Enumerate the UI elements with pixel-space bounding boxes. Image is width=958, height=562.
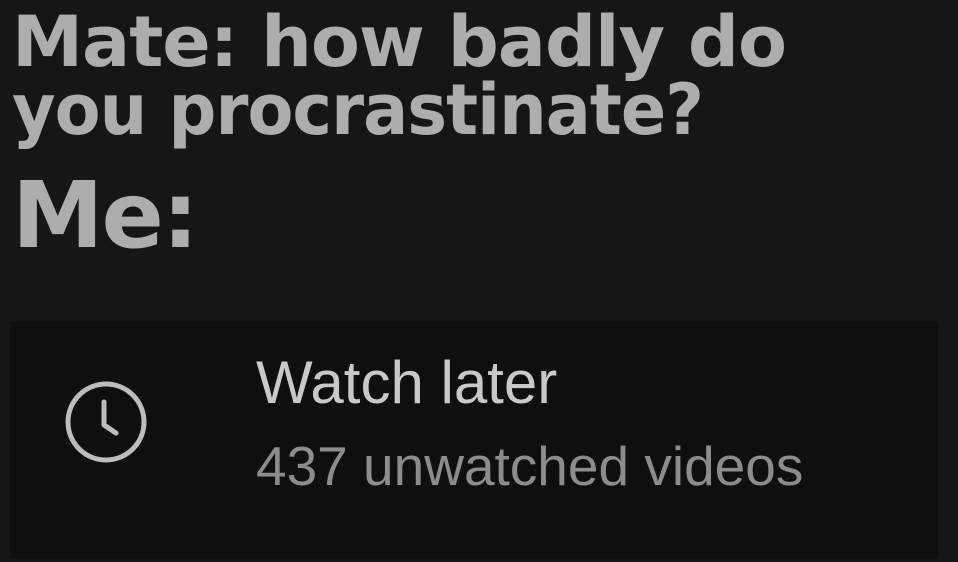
caption-line-me: Me: xyxy=(12,162,199,269)
playlist-video-count: 437 unwatched videos xyxy=(256,435,804,497)
meme-caption: Mate: how badly do you procrastinate? Me… xyxy=(12,7,948,269)
playlist-title: Watch later xyxy=(256,349,558,416)
caption-line-question-1: Mate: how badly do xyxy=(12,1,787,83)
caption-line-question-2: you procrastinate? xyxy=(12,69,704,151)
watch-later-playlist-row[interactable]: Watch later 437 unwatched videos xyxy=(10,322,938,558)
clock-icon xyxy=(64,380,148,464)
